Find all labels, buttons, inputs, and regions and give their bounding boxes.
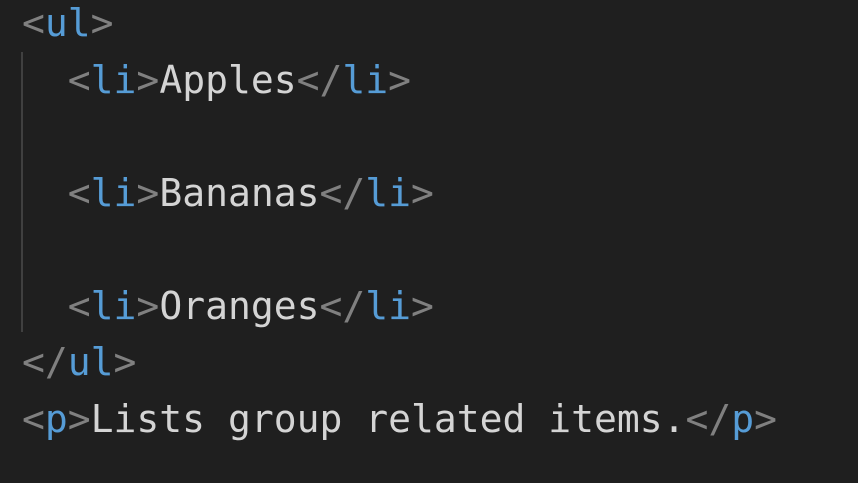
tag-name-li: li <box>90 58 137 102</box>
closing-tag-bracket: </ <box>685 397 732 441</box>
open-angle-bracket: < <box>67 171 91 215</box>
paragraph-text: Lists group related items. <box>90 397 686 441</box>
tag-name-p: p <box>731 397 755 441</box>
code-editor[interactable]: <ul> <li>Apples</li> <li>Bananas</li> <l… <box>0 0 858 483</box>
code-line-li-bananas: <li>Bananas</li> <box>22 165 434 222</box>
tag-name-p: p <box>44 397 68 441</box>
code-line-paragraph: <p>Lists group related items.</p> <box>22 391 777 448</box>
code-line-ul-close: </ul> <box>22 334 136 391</box>
tag-name-li: li <box>90 171 137 215</box>
code-line-li-apples: <li>Apples</li> <box>22 52 411 109</box>
closing-tag-bracket: </ <box>296 58 343 102</box>
list-item-text: Bananas <box>159 171 320 215</box>
open-angle-bracket: < <box>67 284 91 328</box>
tag-name-li: li <box>365 284 411 328</box>
close-angle-bracket: > <box>754 397 778 441</box>
close-angle-bracket: > <box>411 284 434 328</box>
list-item-text: Apples <box>159 58 297 102</box>
close-angle-bracket: > <box>388 58 412 102</box>
close-angle-bracket: > <box>136 171 160 215</box>
tag-name-li: li <box>365 171 411 215</box>
open-angle-bracket: < <box>67 58 91 102</box>
tag-name-ul: ul <box>67 340 114 384</box>
tag-name-ul: ul <box>44 1 91 45</box>
close-angle-bracket: > <box>67 397 91 441</box>
close-angle-bracket: > <box>136 58 160 102</box>
close-angle-bracket: > <box>136 284 160 328</box>
code-line-ul-open: <ul> <box>22 0 114 52</box>
closing-tag-bracket: </ <box>22 340 68 384</box>
tag-name-li: li <box>90 284 137 328</box>
close-angle-bracket: > <box>113 340 137 384</box>
close-angle-bracket: > <box>90 1 114 45</box>
list-item-text: Oranges <box>159 284 320 328</box>
code-line-li-oranges: <li>Oranges</li> <box>22 278 434 335</box>
tag-name-li: li <box>342 58 389 102</box>
open-angle-bracket: < <box>22 1 45 45</box>
closing-tag-bracket: </ <box>319 284 366 328</box>
close-angle-bracket: > <box>411 171 434 215</box>
open-angle-bracket: < <box>22 397 45 441</box>
closing-tag-bracket: </ <box>319 171 366 215</box>
